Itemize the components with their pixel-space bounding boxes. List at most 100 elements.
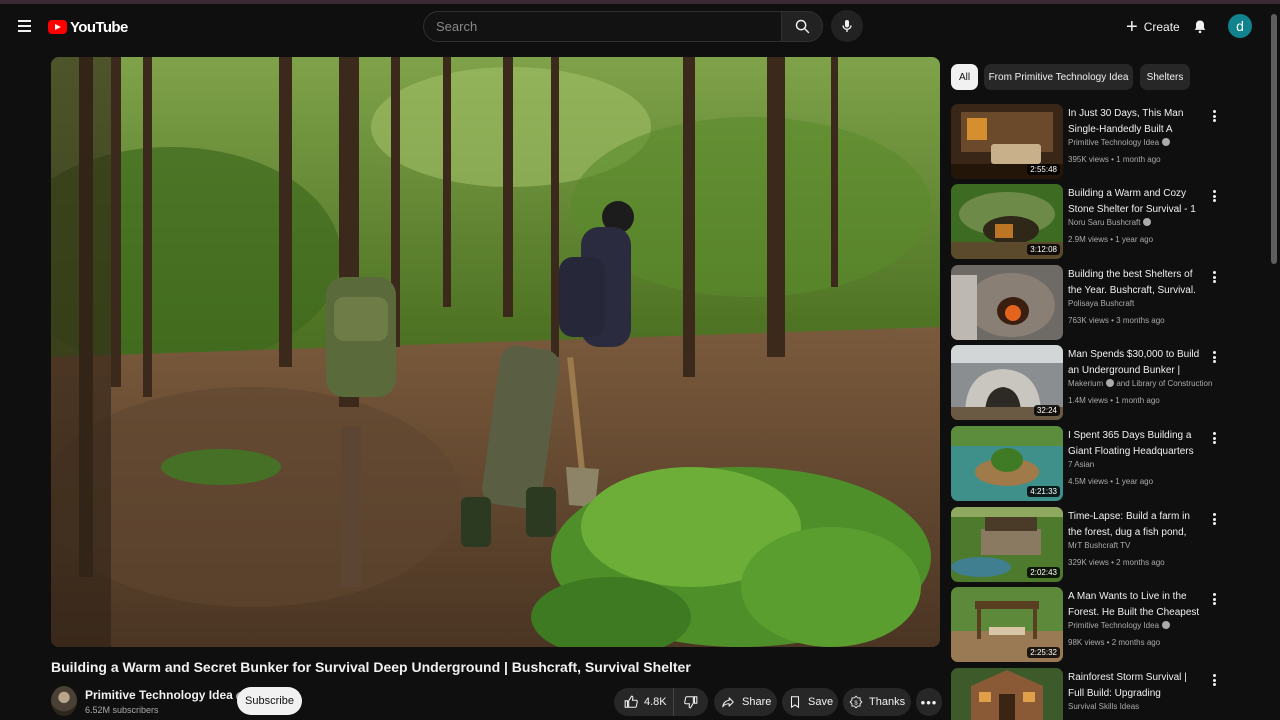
recommendation-title[interactable]: I Spent 365 Days Building a Giant Floati… <box>1068 428 1204 460</box>
video-player[interactable] <box>51 57 940 647</box>
microphone-icon <box>842 20 852 32</box>
video-duration: 2:25:32 <box>1027 647 1060 658</box>
search-button[interactable] <box>781 11 823 42</box>
recommendation-title[interactable]: Time-Lapse: Build a farm in the forest, … <box>1068 509 1204 541</box>
recommendation-item[interactable]: 2:25:32 A Man Wants to Live in the Fores… <box>951 587 1217 663</box>
video-thumbnail[interactable]: 2:25:32 <box>951 587 1063 662</box>
share-button[interactable]: Share <box>714 688 777 716</box>
recommendation-title[interactable]: Man Spends $30,000 to Build an Undergrou… <box>1068 347 1204 379</box>
recommendation-meta: 395K views • 1 month ago <box>1068 155 1161 164</box>
recommendation-meta: 329K views • 2 months ago <box>1068 558 1165 567</box>
video-thumbnail[interactable]: 3:12:08 <box>951 184 1063 259</box>
super-thanks-icon: $ <box>849 695 863 709</box>
notifications-button[interactable] <box>1188 14 1212 38</box>
save-button[interactable]: Save <box>782 688 838 716</box>
recommendation-item[interactable]: 32:24 Man Spends $30,000 to Build an Und… <box>951 345 1217 421</box>
action-menu-button[interactable] <box>1209 511 1219 527</box>
thumbs-down-icon <box>684 696 698 709</box>
subscribe-button[interactable]: Subscribe <box>237 687 302 715</box>
recommendation-title[interactable]: A Man Wants to Live in the Forest. He Bu… <box>1068 589 1204 621</box>
page-scrollbar[interactable] <box>1271 14 1277 264</box>
svg-text:$: $ <box>854 700 858 706</box>
channel-name-link[interactable]: Primitive Technology Idea✓ <box>85 688 245 702</box>
dislike-button[interactable] <box>674 688 708 716</box>
video-thumbnail[interactable] <box>951 668 1063 720</box>
save-label: Save <box>808 696 834 708</box>
recommendation-item[interactable]: 2:55:48 In Just 30 Days, This Man Single… <box>951 104 1217 180</box>
recommendation-channel[interactable]: MrT Bushcraft TV <box>1068 541 1130 550</box>
channel-name: Primitive Technology Idea <box>85 688 233 702</box>
recommendation-item[interactable]: Building the best Shelters of the Year. … <box>951 265 1217 341</box>
recommendation-channel[interactable]: Primitive Technology Idea <box>1068 138 1171 147</box>
recommendation-title[interactable]: In Just 30 Days, This Man Single-Handedl… <box>1068 106 1204 138</box>
recommendation-item[interactable]: 3:12:08 Building a Warm and Cozy Stone S… <box>951 184 1217 260</box>
verified-icon <box>1143 218 1152 226</box>
video-thumbnail[interactable]: 4:21:33 <box>951 426 1063 501</box>
like-dislike-group: 4.8K <box>614 688 708 716</box>
recommendation-channel[interactable]: Polisaya Bushcraft <box>1068 299 1134 308</box>
search-input[interactable] <box>423 11 781 42</box>
create-button[interactable]: + Create <box>1116 13 1190 41</box>
account-avatar[interactable]: d <box>1228 14 1252 38</box>
recommendation-channel[interactable]: Primitive Technology Idea <box>1068 621 1171 630</box>
recommendation-channel[interactable]: Makerium and Library of Construction <box>1068 379 1212 388</box>
channel-avatar[interactable] <box>51 686 77 716</box>
action-menu-button[interactable] <box>1209 672 1219 688</box>
chip-all[interactable]: All <box>951 64 978 90</box>
thanks-label: Thanks <box>869 696 906 708</box>
video-thumbnail[interactable] <box>951 265 1063 340</box>
like-count: 4.8K <box>644 696 667 708</box>
action-menu-button[interactable] <box>1209 591 1219 607</box>
video-duration: 32:24 <box>1033 405 1060 416</box>
more-horizontal-icon: ••• <box>920 694 938 710</box>
recommendation-title[interactable]: Building a Warm and Cozy Stone Shelter f… <box>1068 186 1204 218</box>
plus-icon: + <box>1126 16 1138 38</box>
chip-shelters[interactable]: Shelters <box>1140 64 1190 90</box>
youtube-play-icon <box>48 20 67 34</box>
subscriber-count: 6.52M subscribers <box>85 705 159 715</box>
video-frame <box>51 57 940 647</box>
verified-icon <box>1106 379 1115 387</box>
recommendation-meta: 98K views • 2 months ago <box>1068 638 1161 647</box>
video-duration: 3:12:08 <box>1027 244 1060 255</box>
recommendation-channel[interactable]: 7 Asian <box>1068 460 1094 469</box>
recommendation-meta: 1.4M views • 1 month ago <box>1068 396 1160 405</box>
like-button[interactable]: 4.8K <box>614 688 674 716</box>
recommendation-meta: 4.5M views • 1 year ago <box>1068 477 1154 486</box>
video-duration: 2:55:48 <box>1027 164 1060 175</box>
thumbs-up-icon <box>624 695 638 708</box>
voice-search-button[interactable] <box>831 10 863 42</box>
action-menu-button[interactable] <box>1209 269 1219 285</box>
verified-icon <box>1162 621 1171 629</box>
bell-icon <box>1194 20 1206 33</box>
share-label: Share <box>742 696 772 708</box>
action-menu-button[interactable] <box>1209 349 1219 365</box>
video-thumbnail[interactable]: 32:24 <box>951 345 1063 420</box>
action-menu-button[interactable] <box>1209 188 1219 204</box>
recommendation-meta: 763K views • 3 months ago <box>1068 316 1165 325</box>
recommendation-channel[interactable]: Noru Saru Bushcraft <box>1068 218 1152 227</box>
share-icon <box>722 697 734 708</box>
video-duration: 2:02:43 <box>1027 567 1060 578</box>
action-menu-button[interactable] <box>1209 108 1219 124</box>
more-actions-button[interactable]: ••• <box>916 688 942 716</box>
action-menu-button[interactable] <box>1209 430 1219 446</box>
recommendation-meta: 2.9M views • 1 year ago <box>1068 235 1154 244</box>
video-thumbnail[interactable]: 2:55:48 <box>951 104 1063 179</box>
guide-menu-button[interactable] <box>12 14 36 38</box>
recommendation-title[interactable]: Building the best Shelters of the Year. … <box>1068 267 1204 299</box>
video-thumbnail[interactable]: 2:02:43 <box>951 507 1063 582</box>
recommendation-item[interactable]: Rainforest Storm Survival | Full Build: … <box>951 668 1217 720</box>
recommendation-item[interactable]: 4:21:33 I Spent 365 Days Building a Gian… <box>951 426 1217 502</box>
thanks-button[interactable]: $ Thanks <box>843 688 911 716</box>
search-icon <box>795 19 809 34</box>
recommendation-item[interactable]: 2:02:43 Time-Lapse: Build a farm in the … <box>951 507 1217 583</box>
video-title: Building a Warm and Secret Bunker for Su… <box>51 659 691 675</box>
recommendation-channel[interactable]: Survival Skills Ideas <box>1068 702 1139 711</box>
masthead: YouTube + Create d <box>0 4 1280 50</box>
recommendation-title[interactable]: Rainforest Storm Survival | Full Build: … <box>1068 670 1204 702</box>
verified-icon <box>1162 138 1171 146</box>
bookmark-icon <box>790 696 800 709</box>
youtube-logo[interactable]: YouTube <box>48 18 128 36</box>
chip-from-channel[interactable]: From Primitive Technology Idea <box>984 64 1133 90</box>
